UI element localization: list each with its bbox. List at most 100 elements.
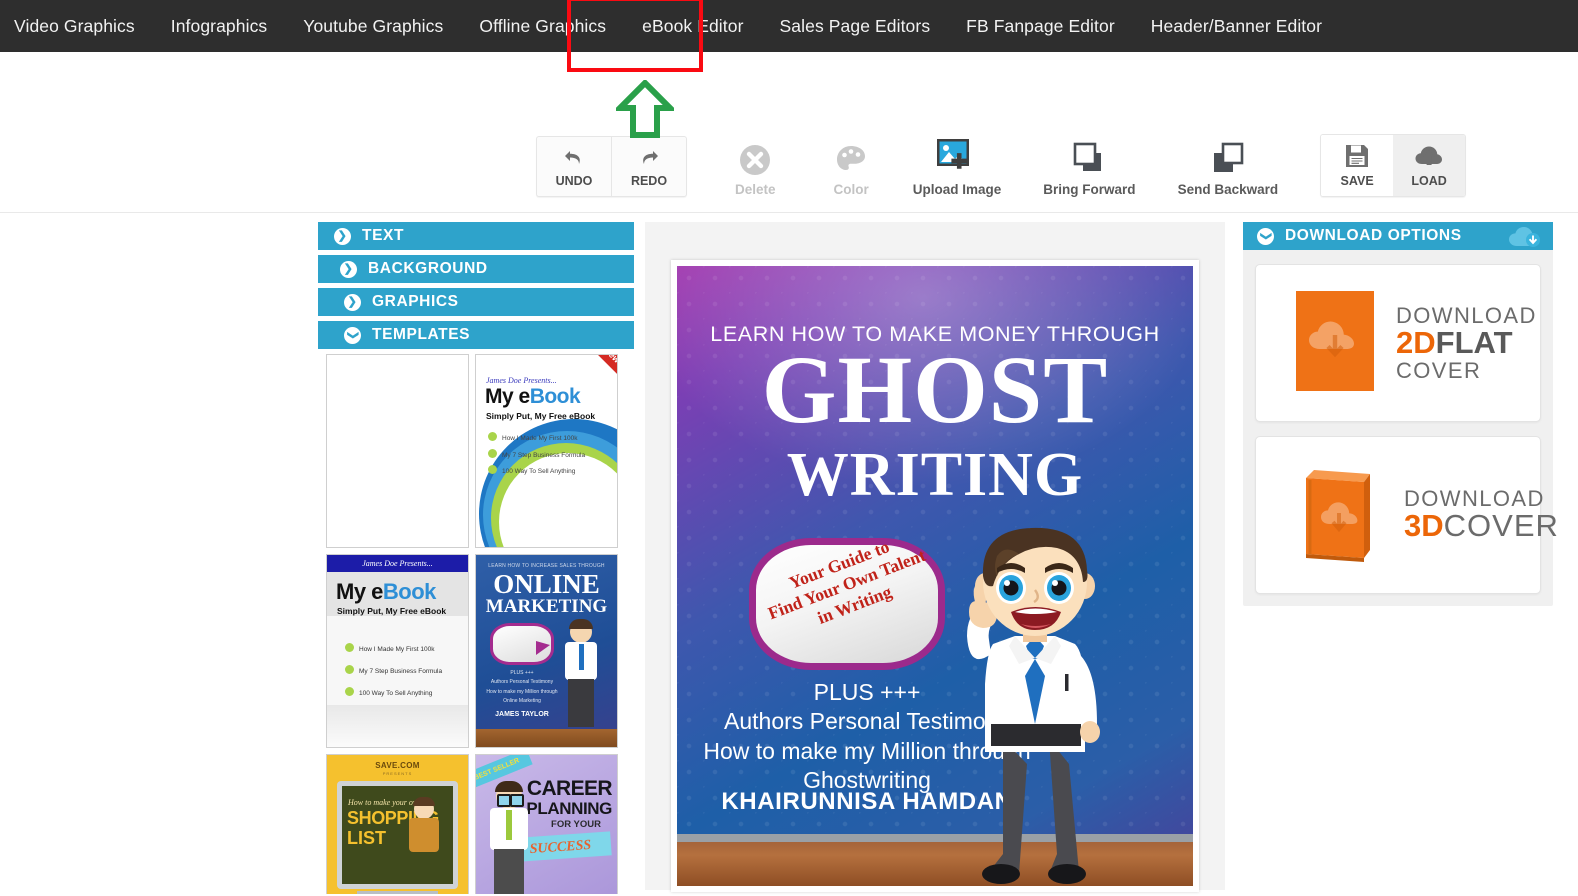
chevron-right-icon: ❯ [334,227,351,245]
nav-item-infographics[interactable]: Infographics [153,0,286,52]
template-title-b: MARKETING [485,596,608,617]
undo-icon [561,145,587,169]
redo-button[interactable]: REDO [611,137,686,196]
color-label: Color [833,182,869,197]
template-thumb-online-marketing[interactable]: LEARN HOW TO INCREASE SALES THROUGH ONLI… [475,554,618,748]
chevron-right-icon: ❯ [340,260,357,278]
bring-forward-label: Bring Forward [1043,182,1136,197]
template-brand-sub: PRESENTS [382,771,413,776]
template-title-a: ONLINE [493,569,600,599]
templates-grid: New! James Doe Presents... My eBook Simp… [326,354,618,894]
template-title-a: My e [485,385,530,408]
canvas-area[interactable]: LEARN HOW TO MAKE MONEY THROUGH GHOST WR… [645,222,1225,892]
cloud-download-icon [1507,226,1543,253]
download-2d-line3: COVER [1396,358,1482,384]
accordion-section-text[interactable]: ❯ TEXT [318,222,634,250]
template-art-career-planning: BEST SELLER CAREER PLANNING FOR YOUR SUC… [476,755,617,894]
template-thumb-shopping-list[interactable]: SAVE.COM PRESENTS How to make your own S… [326,754,469,894]
template-subtitle: Simply Put, My Free eBook [337,606,447,616]
template-art-my-ebook-ribbon: New! James Doe Presents... My eBook Simp… [476,355,617,547]
template-thumb-blank[interactable] [326,354,469,548]
check-icon [345,687,354,697]
save-load-group: SAVE LOAD [1320,134,1467,197]
nav-item-fb-fanpage-editor[interactable]: FB Fanpage Editor [948,0,1133,52]
accordion-label-text: TEXT [362,227,405,244]
toolbar-divider [0,212,1578,213]
editor-main-area: ❯ TEXT ❯ BACKGROUND ❯ GRAPHICS ❯ TEMPLAT… [0,212,1578,896]
send-backward-icon [1208,139,1248,177]
accordion-section-background[interactable]: ❯ BACKGROUND [318,255,634,283]
nav-item-offline-graphics[interactable]: Offline Graphics [461,0,624,52]
bring-forward-icon [1069,139,1109,177]
download-2d-flat-cover-label: DOWNLOAD 2DFLAT COVER [1396,304,1537,383]
template-title-b: Book [529,385,581,408]
load-label: LOAD [1411,174,1447,188]
download-3d-cover-label: DOWNLOAD 3DCOVER [1404,487,1559,543]
send-backward-button[interactable]: Send Backward [1177,139,1279,197]
bring-forward-button[interactable]: Bring Forward [1043,139,1136,197]
delete-button[interactable]: Delete [735,143,776,197]
download-2d-flat-cover-button[interactable]: DOWNLOAD 2DFLAT COVER [1255,264,1541,422]
check-icon [488,432,497,441]
template-art-blank [327,355,468,547]
templates-scroll-area[interactable]: New! James Doe Presents... My eBook Simp… [326,354,626,894]
template-title-b: Book [382,579,437,604]
chevron-down-icon: ❯ [1257,227,1274,245]
nav-item-header-banner-editor[interactable]: Header/Banner Editor [1133,0,1340,52]
download-3d-line2: 3DCOVER [1404,508,1559,544]
template-thumb-career-planning[interactable]: BEST SELLER CAREER PLANNING FOR YOUR SUC… [475,754,618,894]
accordion-label-background: BACKGROUND [368,260,488,277]
redo-icon [636,145,662,169]
nav-item-video-graphics[interactable]: Video Graphics [0,0,153,52]
accordion-section-templates[interactable]: ❯ TEMPLATES [318,321,634,349]
nav-item-ebook-editor[interactable]: eBook Editor [624,0,761,52]
check-icon [345,643,354,652]
upload-image-button[interactable]: Upload Image [913,137,1001,197]
cartoon-character[interactable] [945,524,1125,886]
book-3d-thumbnail-icon [1296,460,1382,571]
template-bullet: How I Made My First 100k [359,646,435,653]
download-options-title: DOWNLOAD OPTIONS [1285,227,1462,244]
delete-label: Delete [735,182,776,197]
template-bullet: My 7 Step Business Formula [359,668,443,676]
template-person-figure [559,619,603,731]
save-button[interactable]: SAVE [1321,135,1394,196]
check-icon [488,448,497,458]
download-2d-line2: 2DFLAT [1396,324,1537,360]
template-subtitle: Simply Put, My Free eBook [486,411,596,421]
download-3d-highlight: 3D [1404,508,1444,544]
editor-toolbar: UNDO REDO Delete Color Upload Image Brin… [0,52,1578,212]
template-presenter: James Doe Presents... [362,559,433,568]
download-options-panel: ❯ DOWNLOAD OPTIONS DOWNLOAD 2DFLAT COVER… [1243,222,1558,606]
template-title-a: CAREER [526,777,613,800]
nav-item-sales-page-editors[interactable]: Sales Page Editors [762,0,949,52]
color-button[interactable]: Color [834,143,869,197]
ebook-cover-design[interactable]: LEARN HOW TO MAKE MONEY THROUGH GHOST WR… [677,266,1193,886]
template-art-shopping-list: SAVE.COM PRESENTS How to make your own S… [327,755,468,894]
download-options-header[interactable]: ❯ DOWNLOAD OPTIONS [1243,222,1553,250]
template-thumb-my-ebook-ribbon[interactable]: New! James Doe Presents... My eBook Simp… [475,354,618,548]
send-backward-label: Send Backward [1177,182,1279,197]
accordion-label-graphics: GRAPHICS [372,293,459,310]
template-bullet: 100 Way To Sell Anything [502,468,576,476]
cover-title-line1: GHOST [761,336,1109,443]
template-bullet: How I Made My First 100k [502,435,578,442]
speech-bubble[interactable]: Your Guide to Find Your Own Talent in Wr… [749,536,945,670]
upload-image-icon [934,137,980,177]
undo-button[interactable]: UNDO [537,137,611,196]
template-art-my-ebook: James Doe Presents... My eBook Simply Pu… [327,555,468,747]
template-line: How to make my Million through [486,688,558,695]
template-thumb-my-ebook[interactable]: James Doe Presents... My eBook Simply Pu… [326,554,469,748]
undo-label: UNDO [555,174,593,188]
nav-item-youtube-graphics[interactable]: Youtube Graphics [285,0,461,52]
accordion-section-graphics[interactable]: ❯ GRAPHICS [318,288,634,316]
template-bullet: 100 Way To Sell Anything [359,690,433,698]
ebook-editor-app: Video Graphics Infographics Youtube Grap… [0,0,1578,896]
template-line: Authors Personal Testimony [490,679,554,686]
download-2d-rest: FLAT [1435,324,1513,360]
load-button[interactable]: LOAD [1393,135,1466,196]
canvas-page[interactable]: LEARN HOW TO MAKE MONEY THROUGH GHOST WR… [671,260,1199,892]
template-title-c: FOR YOUR [551,819,601,830]
floppy-disk-icon [1344,143,1370,169]
download-3d-cover-button[interactable]: DOWNLOAD 3DCOVER [1255,436,1558,594]
